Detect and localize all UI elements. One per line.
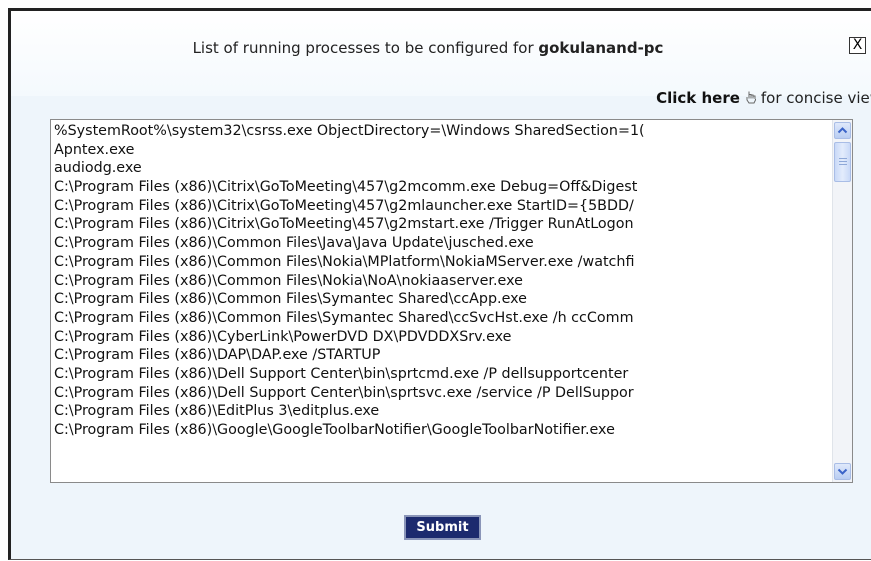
- scroll-thumb[interactable]: [834, 142, 851, 182]
- process-listbox[interactable]: %SystemRoot%\system32\csrss.exe ObjectDi…: [50, 119, 853, 483]
- concise-view-suffix: for concise view: [760, 89, 871, 107]
- process-list-item[interactable]: C:\Program Files (x86)\CyberLink\PowerDV…: [54, 328, 831, 347]
- thumb-grip-line: [839, 164, 847, 165]
- close-icon: X: [852, 37, 863, 53]
- close-button[interactable]: X: [849, 37, 866, 54]
- vertical-scrollbar[interactable]: [832, 120, 852, 482]
- process-list-item[interactable]: C:\Program Files (x86)\Google\GoogleTool…: [54, 421, 831, 440]
- concise-view-row: Click here for concise view: [656, 89, 871, 107]
- process-list-item[interactable]: C:\Program Files (x86)\Common Files\Syma…: [54, 309, 831, 328]
- process-list-item[interactable]: C:\Program Files (x86)\Citrix\GoToMeetin…: [54, 215, 831, 234]
- process-list-item[interactable]: C:\Program Files (x86)\Citrix\GoToMeetin…: [54, 197, 831, 216]
- submit-button[interactable]: Submit: [404, 515, 481, 540]
- process-list-item[interactable]: %SystemRoot%\system32\csrss.exe ObjectDi…: [54, 122, 831, 141]
- process-list-item[interactable]: Apntex.exe: [54, 141, 831, 160]
- concise-view-link[interactable]: Click here: [656, 89, 740, 107]
- process-list-item[interactable]: C:\Program Files (x86)\Dell Support Cent…: [54, 365, 831, 384]
- thumb-grip-line: [839, 161, 847, 162]
- dialog-title-text: List of running processes to be configur…: [192, 39, 539, 57]
- arrow-down-icon: [837, 468, 848, 475]
- process-list-item[interactable]: C:\Program Files (x86)\Common Files\Noki…: [54, 253, 831, 272]
- scroll-up-button[interactable]: [834, 122, 851, 139]
- process-list-item[interactable]: C:\Program Files (x86)\EditPlus 3\editpl…: [54, 402, 831, 421]
- thumb-grip-line: [839, 158, 847, 159]
- process-list-item[interactable]: C:\Program Files (x86)\Common Files\Noki…: [54, 272, 831, 291]
- process-list-item[interactable]: C:\Program Files (x86)\Common Files\Syma…: [54, 290, 831, 309]
- host-name: gokulanand-pc: [538, 39, 664, 57]
- process-list-item[interactable]: audiodg.exe: [54, 159, 831, 178]
- dialog-title: List of running processes to be configur…: [11, 39, 845, 57]
- process-list-item[interactable]: C:\Program Files (x86)\Common Files\Java…: [54, 234, 831, 253]
- process-list[interactable]: %SystemRoot%\system32\csrss.exe ObjectDi…: [51, 120, 831, 482]
- arrow-up-icon: [837, 127, 848, 134]
- process-list-item[interactable]: C:\Program Files (x86)\Dell Support Cent…: [54, 384, 831, 403]
- process-config-dialog: List of running processes to be configur…: [8, 8, 871, 560]
- process-list-item[interactable]: C:\Program Files (x86)\DAP\DAP.exe /STAR…: [54, 346, 831, 365]
- process-list-item[interactable]: C:\Program Files (x86)\Citrix\GoToMeetin…: [54, 178, 831, 197]
- scroll-down-button[interactable]: [834, 463, 851, 480]
- hand-pointer-icon: [746, 91, 756, 104]
